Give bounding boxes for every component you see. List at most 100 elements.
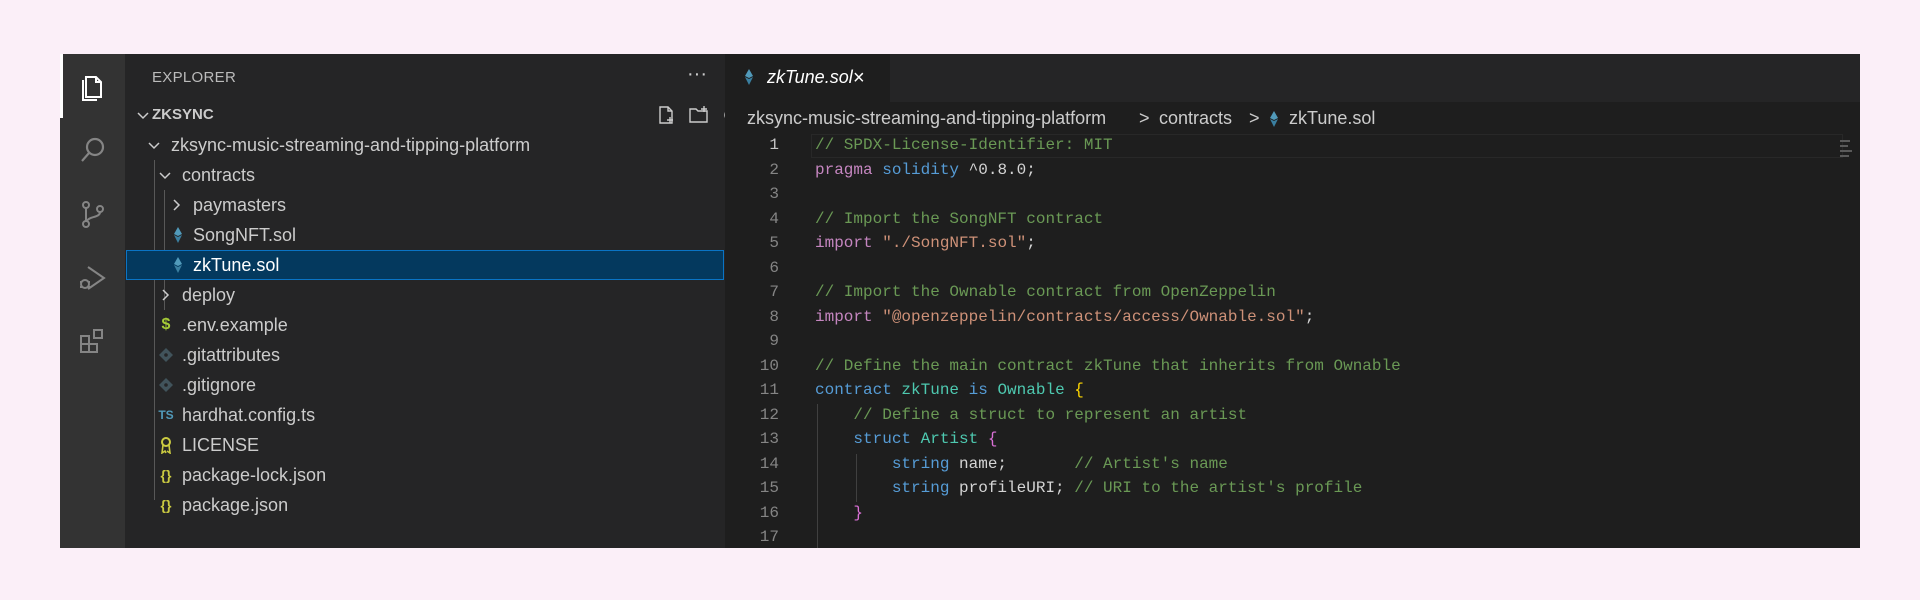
code-token: solidity (882, 160, 960, 179)
breadcrumb-root[interactable]: zksync-music-streaming-and-tipping-platf… (747, 108, 1106, 129)
code-line[interactable]: 11 contract zkTune is Ownable { (725, 379, 1845, 404)
code-token: // Import the SongNFT contract (815, 209, 1104, 228)
code-text: string name; // Artist's name (815, 455, 1228, 473)
tree-file-package[interactable]: {} package.json (125, 490, 725, 520)
code-token: "./SongNFT.sol" (882, 234, 1027, 252)
git-file-icon (159, 378, 173, 392)
breadcrumb-folder[interactable]: contracts (1159, 108, 1232, 129)
line-number: 2 (769, 160, 779, 179)
workspace-section-header[interactable]: ZKSYNC (125, 100, 772, 130)
tree-file-package-lock[interactable]: {} package-lock.json (125, 460, 725, 490)
code-token: struct (853, 430, 912, 448)
code-line[interactable]: 1 // SPDX-License-Identifier: MIT (725, 134, 1845, 159)
code-line[interactable]: 9 (725, 330, 1845, 355)
tree-file-license[interactable]: LICENSE (125, 430, 725, 460)
tree-folder-contracts[interactable]: contracts (125, 160, 725, 190)
line-number: 5 (769, 234, 779, 252)
code-line[interactable]: 15 string profileURI; // URI to the arti… (725, 477, 1845, 502)
files-icon[interactable] (60, 54, 125, 118)
line-number: 9 (769, 332, 779, 350)
tree-label: hardhat.config.ts (182, 405, 316, 425)
code-line[interactable]: 8 import "@openzeppelin/contracts/access/… (725, 306, 1845, 331)
json-file-icon: {} (160, 467, 172, 483)
git-file-icon (159, 348, 173, 362)
line-number: 10 (759, 356, 779, 375)
line-number: 17 (759, 528, 779, 546)
code-line[interactable]: 5 import "./SongNFT.sol"; (725, 232, 1845, 257)
code-token: // SPDX-License-Identifier: MIT (815, 136, 1113, 154)
code-line[interactable]: 4 // Import the SongNFT contract (725, 208, 1845, 233)
tab-zktune[interactable]: zkTune.sol × (725, 54, 890, 102)
line-number: 1 (769, 136, 779, 154)
code-text: // Define the main contract zkTune that … (815, 357, 1401, 375)
code-text: // Define a struct to represent an artis… (815, 406, 1247, 424)
breadcrumb-separator: > (1139, 108, 1150, 128)
tree-file-songnft[interactable]: SongNFT.sol (125, 220, 725, 250)
tree-label: .env.example (182, 315, 288, 335)
code-line[interactable]: 3 (725, 183, 1845, 208)
code-token: pragma (815, 160, 873, 179)
license-file-icon (161, 437, 171, 454)
code-text: import "./SongNFT.sol"; (815, 234, 1036, 252)
new-file-icon[interactable] (656, 104, 678, 126)
run-debug-icon[interactable] (60, 246, 125, 310)
code-line[interactable]: 14 string name; // Artist's name (725, 453, 1845, 478)
tree-file-zktune[interactable]: zkTune.sol (126, 250, 724, 280)
tree-folder-deploy[interactable]: deploy (125, 280, 725, 310)
tree-label: zkTune.sol (193, 255, 280, 275)
code-line[interactable]: 16 } (725, 502, 1845, 527)
code-token: { (987, 430, 998, 448)
solidity-file-icon (1270, 111, 1278, 127)
explorer-title: EXPLORER (152, 69, 237, 86)
code-token: } (853, 503, 864, 522)
env-file-icon: $ (161, 316, 171, 333)
activity-bar (60, 54, 125, 548)
code-line[interactable]: 10 // Define the main contract zkTune tha… (725, 355, 1845, 380)
more-actions-icon[interactable]: ··· (682, 62, 712, 92)
new-folder-icon[interactable] (688, 104, 710, 126)
code-line[interactable]: 17 (725, 526, 1845, 548)
code-text: contract zkTune is Ownable { (815, 381, 1084, 399)
tree-file-env-example[interactable]: $ .env.example (125, 310, 725, 340)
line-number: 7 (769, 283, 779, 301)
code-line[interactable]: 13 struct Artist { (725, 428, 1845, 453)
code-line[interactable]: 6 (725, 257, 1845, 282)
code-token: // Define a struct to represent an artis… (853, 405, 1248, 424)
line-number: 6 (769, 258, 779, 277)
code-text: // Import the Ownable contract from Open… (815, 283, 1276, 301)
chevron-down-icon (148, 142, 160, 150)
code-line[interactable]: 2 pragma solidity ^0.8.0; (725, 159, 1845, 184)
tree-label: contracts (182, 165, 256, 185)
explorer-sidebar: EXPLORER ··· ZKSYNC zksync-music-streami… (125, 54, 772, 548)
source-control-icon[interactable] (60, 182, 125, 246)
code-line[interactable]: 12 // Define a struct to represent an ar… (725, 404, 1845, 429)
line-number: 15 (759, 479, 779, 497)
code-token: is (968, 381, 988, 399)
code-token: import (815, 307, 873, 326)
extensions-icon[interactable] (60, 310, 125, 374)
breadcrumb-file[interactable]: zkTune.sol (1289, 108, 1375, 129)
code-token: contract (815, 381, 892, 399)
code-token: zkTune (901, 381, 960, 399)
code-token: Ownable (997, 381, 1065, 399)
minimap[interactable] (1840, 134, 1854, 174)
code-editor[interactable]: 1 // SPDX-License-Identifier: MIT 2 pragma … (725, 134, 1860, 548)
tree-folder-root[interactable]: zksync-music-streaming-and-tipping-platf… (125, 130, 725, 160)
tree-file-gitattributes[interactable]: .gitattributes (125, 340, 725, 370)
editor-area: zkTune.sol × zksync-music-streaming-and-… (725, 54, 1860, 548)
search-icon[interactable] (60, 118, 125, 182)
tree-file-hardhat-config[interactable]: TS hardhat.config.ts (125, 400, 725, 430)
tree-folder-paymasters[interactable]: paymasters (125, 190, 725, 220)
close-icon[interactable]: × (853, 68, 865, 88)
line-number: 12 (759, 405, 779, 424)
tree-file-gitignore[interactable]: .gitignore (125, 370, 725, 400)
line-number: 3 (769, 185, 779, 203)
code-line[interactable]: 7 // Import the Ownable contract from Ope… (725, 281, 1845, 306)
